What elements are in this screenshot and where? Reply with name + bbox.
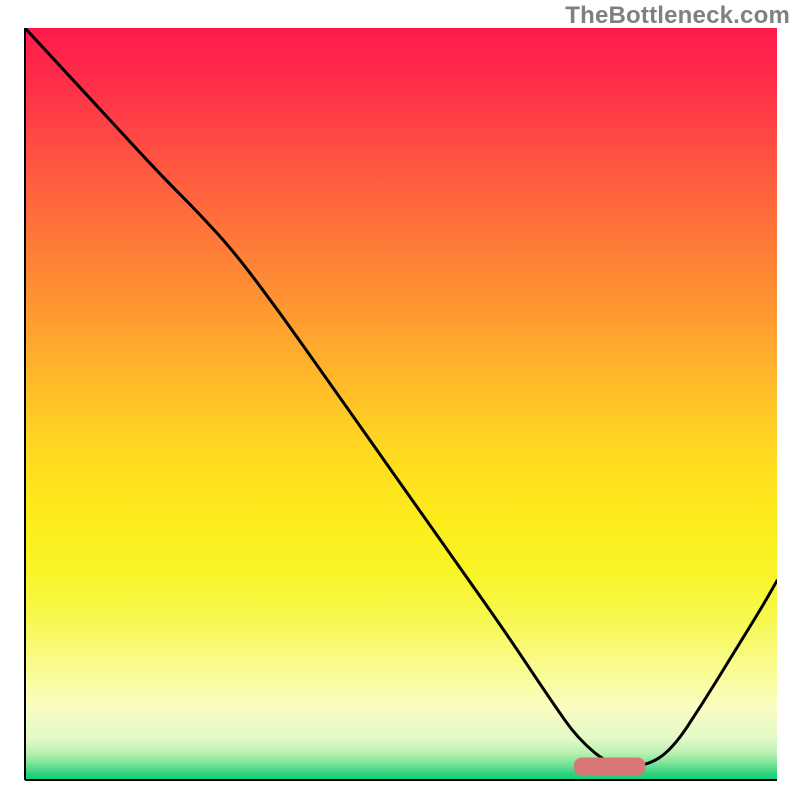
watermark-label: TheBottleneck.com xyxy=(565,2,790,30)
heat-gradient-background xyxy=(25,28,777,780)
optimal-range-marker xyxy=(574,757,645,775)
chart-frame: TheBottleneck.com xyxy=(0,0,800,800)
bottleneck-plot xyxy=(0,0,800,800)
